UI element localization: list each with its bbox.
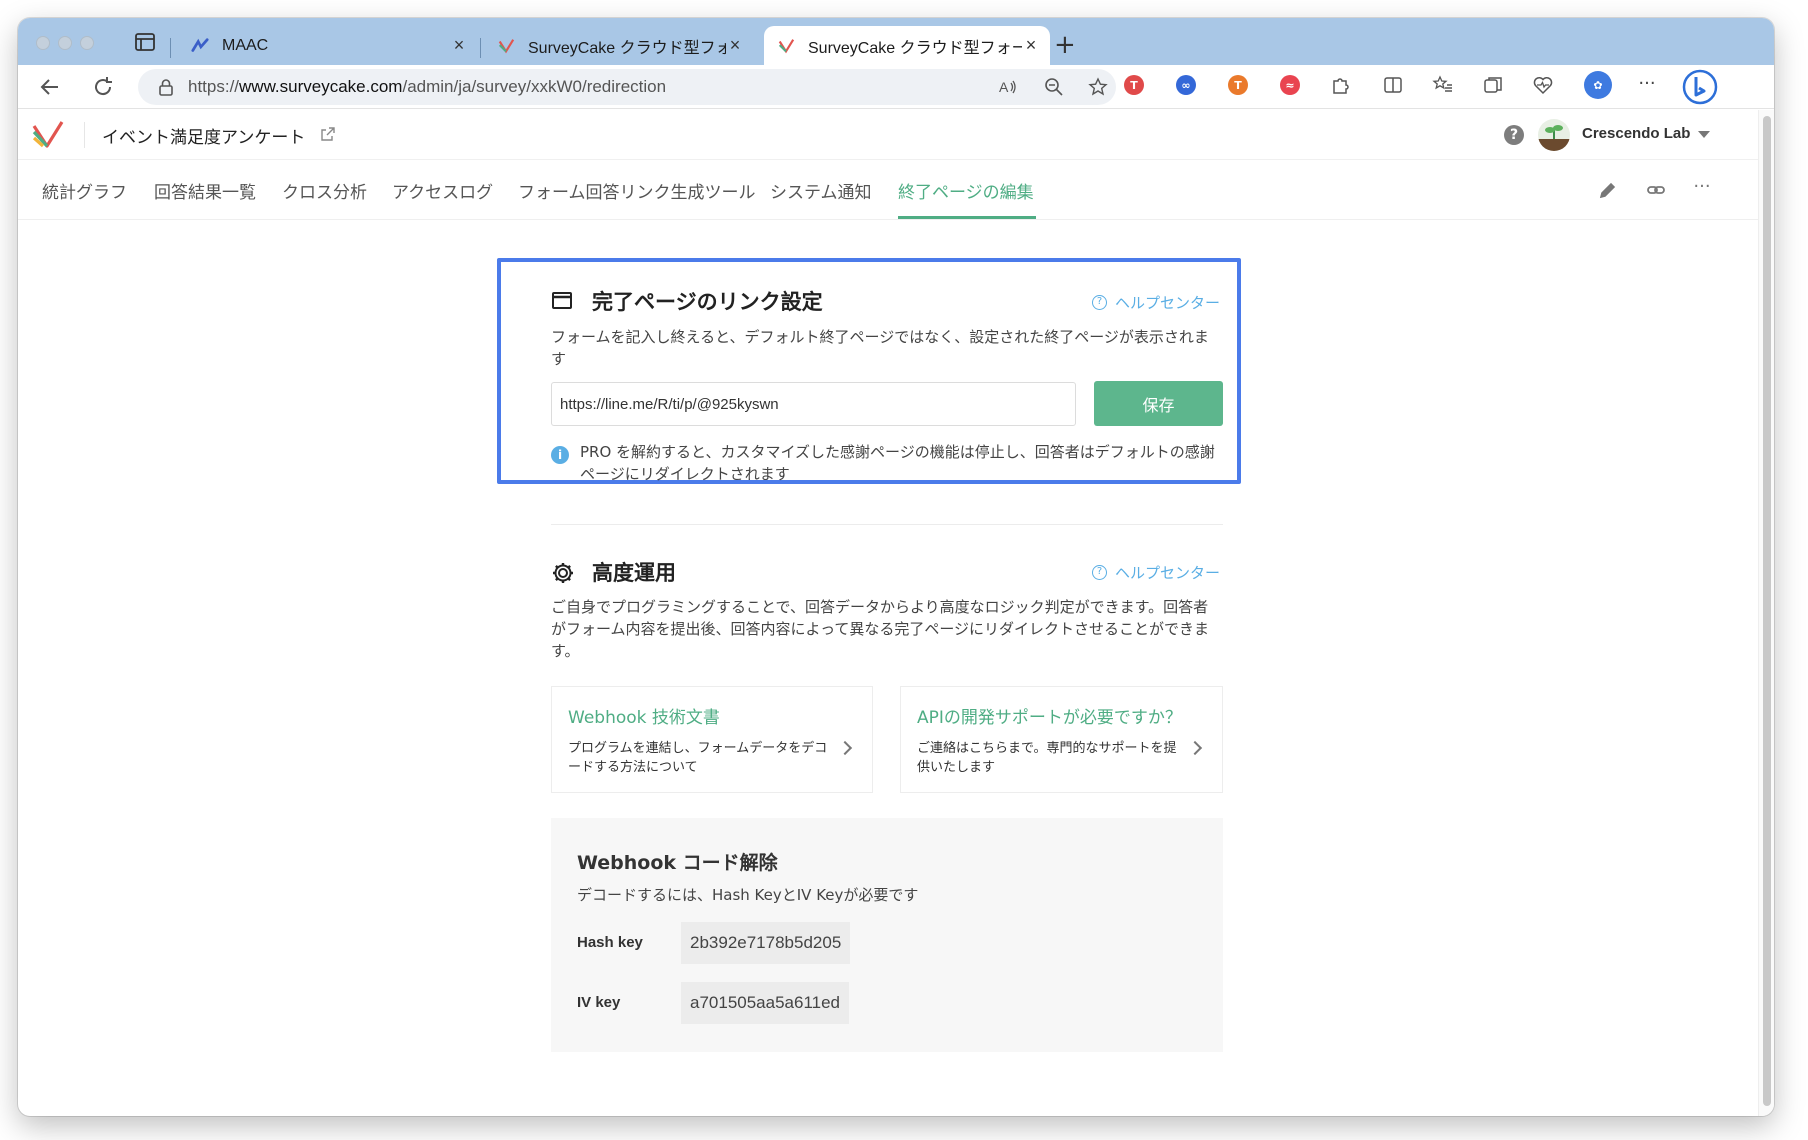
- extension-pink-icon[interactable]: ≈: [1280, 75, 1300, 95]
- completion-link-description: フォームを記入し終えると、デフォルト終了ページではなく、設定された終了ページが表…: [551, 328, 1209, 368]
- card-description: ご連絡はこちらまで。専門的なサポートを提 供いたします: [917, 741, 1177, 775]
- tab-maac[interactable]: MAAC ×: [178, 26, 478, 65]
- tab-cross-analysis[interactable]: クロス分析: [282, 178, 367, 203]
- bing-copilot-icon[interactable]: [1682, 69, 1718, 105]
- card-description: プログラムを連結し、フォームデータをデコ ードする方法について: [568, 741, 828, 775]
- tab-title: SurveyCake クラウド型フォー: [808, 39, 1022, 57]
- scroll-thumb[interactable]: [1763, 116, 1771, 1106]
- surveycake-logo[interactable]: [32, 120, 64, 150]
- tab-surveycake-active[interactable]: SurveyCake クラウド型フォー ×: [764, 26, 1050, 65]
- help-icon[interactable]: ?: [1504, 125, 1524, 145]
- back-arrow-icon[interactable]: [38, 75, 62, 99]
- share-link-icon[interactable]: [1646, 180, 1666, 200]
- webhook-description: デコードするには、Hash KeyとIV Keyが必要です: [577, 886, 919, 904]
- advanced-description: ご自身でプログラミングすることで、回答データからより高度なロジック判定ができます…: [551, 598, 1210, 660]
- account-name[interactable]: Crescendo Lab: [1582, 125, 1690, 142]
- browser-essentials-icon[interactable]: [1532, 74, 1554, 96]
- app-header: イベント満足度アンケート ? Crescendo Lab: [18, 110, 1758, 160]
- redirect-url-input[interactable]: [551, 382, 1076, 426]
- profile-icon[interactable]: ✿: [1584, 71, 1612, 99]
- tab-statistics[interactable]: 統計グラフ: [42, 178, 127, 203]
- question-circle-icon: ?: [1092, 295, 1107, 310]
- question-circle-icon: ?: [1092, 565, 1107, 580]
- info-icon: i: [551, 446, 569, 464]
- close-tab-icon[interactable]: ×: [726, 35, 744, 56]
- help-center-link[interactable]: ? ヘルプセンター: [1092, 562, 1220, 583]
- tab-access-log[interactable]: アクセスログ: [392, 178, 493, 203]
- reload-icon[interactable]: [91, 75, 115, 99]
- surveycake-favicon: [776, 36, 796, 56]
- tab-surveycake-1[interactable]: SurveyCake クラウド型フォー ×: [484, 26, 754, 65]
- more-options-icon[interactable]: ···: [1636, 74, 1658, 96]
- advanced-title: 高度運用: [592, 561, 676, 585]
- more-menu-icon[interactable]: ···: [1692, 176, 1712, 197]
- extensions-puzzle-icon[interactable]: [1330, 74, 1352, 96]
- tab-responses[interactable]: 回答結果一覧: [154, 178, 256, 203]
- favorites-list-icon[interactable]: [1432, 74, 1454, 96]
- read-aloud-icon[interactable]: A: [998, 77, 1018, 97]
- iv-key-label: IV key: [577, 994, 621, 1011]
- active-tab-indicator: [898, 216, 1036, 219]
- hash-key-value[interactable]: 2b392e7178b5d205: [681, 922, 851, 964]
- surveycake-favicon: [496, 36, 516, 56]
- minimize-window-button[interactable]: [58, 36, 72, 50]
- api-support-card[interactable]: APIの開発サポートが必要ですか？ ご連絡はこちらまで。専門的なサポートを提 供…: [900, 686, 1223, 793]
- card-title: Webhook 技術文書: [568, 708, 720, 728]
- tab-title: MAAC: [222, 36, 269, 54]
- tab-actions-icon[interactable]: [134, 32, 156, 52]
- close-window-button[interactable]: [36, 36, 50, 50]
- tab-link-generator[interactable]: フォーム回答リンク生成ツール: [518, 178, 756, 203]
- open-external-icon[interactable]: [320, 126, 336, 142]
- survey-tabs-nav: 統計グラフ 回答結果一覧 クロス分析 アクセスログ フォーム回答リンク生成ツール…: [18, 160, 1758, 220]
- webhook-title: Webhook コード解除: [577, 852, 778, 874]
- window-icon: [551, 290, 573, 310]
- webhook-docs-card[interactable]: Webhook 技術文書 プログラムを連結し、フォームデータをデコ ードする方法…: [551, 686, 873, 793]
- gear-icon: [551, 561, 575, 585]
- edit-pencil-icon[interactable]: [1598, 180, 1618, 200]
- card-title: APIの開発サポートが必要ですか？: [917, 708, 1182, 728]
- split-screen-icon[interactable]: [1382, 74, 1404, 96]
- tab-end-page-edit[interactable]: 終了ページの編集: [898, 178, 1034, 203]
- tab-strip: MAAC × SurveyCake クラウド型フォー × SurveyCake …: [18, 18, 1774, 65]
- tab-title: SurveyCake クラウド型フォー: [528, 39, 726, 57]
- zoom-out-icon[interactable]: [1044, 77, 1064, 97]
- address-bar[interactable]: https://www.surveycake.com/admin/ja/surv…: [138, 69, 1116, 105]
- favorite-star-icon[interactable]: [1088, 77, 1108, 97]
- svg-text:A: A: [999, 79, 1009, 95]
- extension-orange-icon[interactable]: T: [1228, 75, 1248, 95]
- url-text[interactable]: https://www.surveycake.com/admin/ja/surv…: [188, 77, 666, 97]
- completion-link-title: 完了ページのリンク設定: [592, 290, 823, 314]
- iv-key-value[interactable]: a701505aa5a611ed: [681, 982, 850, 1024]
- save-button[interactable]: 保存: [1094, 381, 1223, 426]
- chevron-right-icon: [1187, 740, 1203, 756]
- extension-link-icon[interactable]: ∞: [1176, 75, 1196, 95]
- zoom-window-button[interactable]: [80, 36, 94, 50]
- page-scrollbar[interactable]: [1758, 110, 1774, 1116]
- maac-favicon: [190, 36, 210, 56]
- browser-toolbar: https://www.surveycake.com/admin/ja/surv…: [18, 65, 1774, 109]
- account-dropdown-icon[interactable]: [1698, 131, 1710, 138]
- new-tab-button[interactable]: +: [1054, 30, 1076, 60]
- chevron-right-icon: [837, 740, 853, 756]
- close-tab-icon[interactable]: ×: [450, 35, 468, 56]
- pro-notice: PRO を解約すると、カスタマイズした感謝ページの機能は停止し、回答者はデフォル…: [580, 443, 1215, 483]
- collections-icon[interactable]: [1482, 74, 1504, 96]
- help-center-link[interactable]: ? ヘルプセンター: [1092, 292, 1220, 313]
- lock-icon[interactable]: [158, 78, 174, 96]
- hash-key-label: Hash key: [577, 934, 643, 951]
- tab-system-notification[interactable]: システム通知: [770, 178, 872, 203]
- extension-red-icon[interactable]: T: [1124, 75, 1144, 95]
- close-tab-icon[interactable]: ×: [1022, 35, 1040, 56]
- survey-title: イベント満足度アンケート: [102, 128, 306, 148]
- avatar[interactable]: [1538, 119, 1570, 151]
- webhook-decode-box: Webhook コード解除 デコードするには、Hash KeyとIV Keyが必…: [551, 818, 1223, 1052]
